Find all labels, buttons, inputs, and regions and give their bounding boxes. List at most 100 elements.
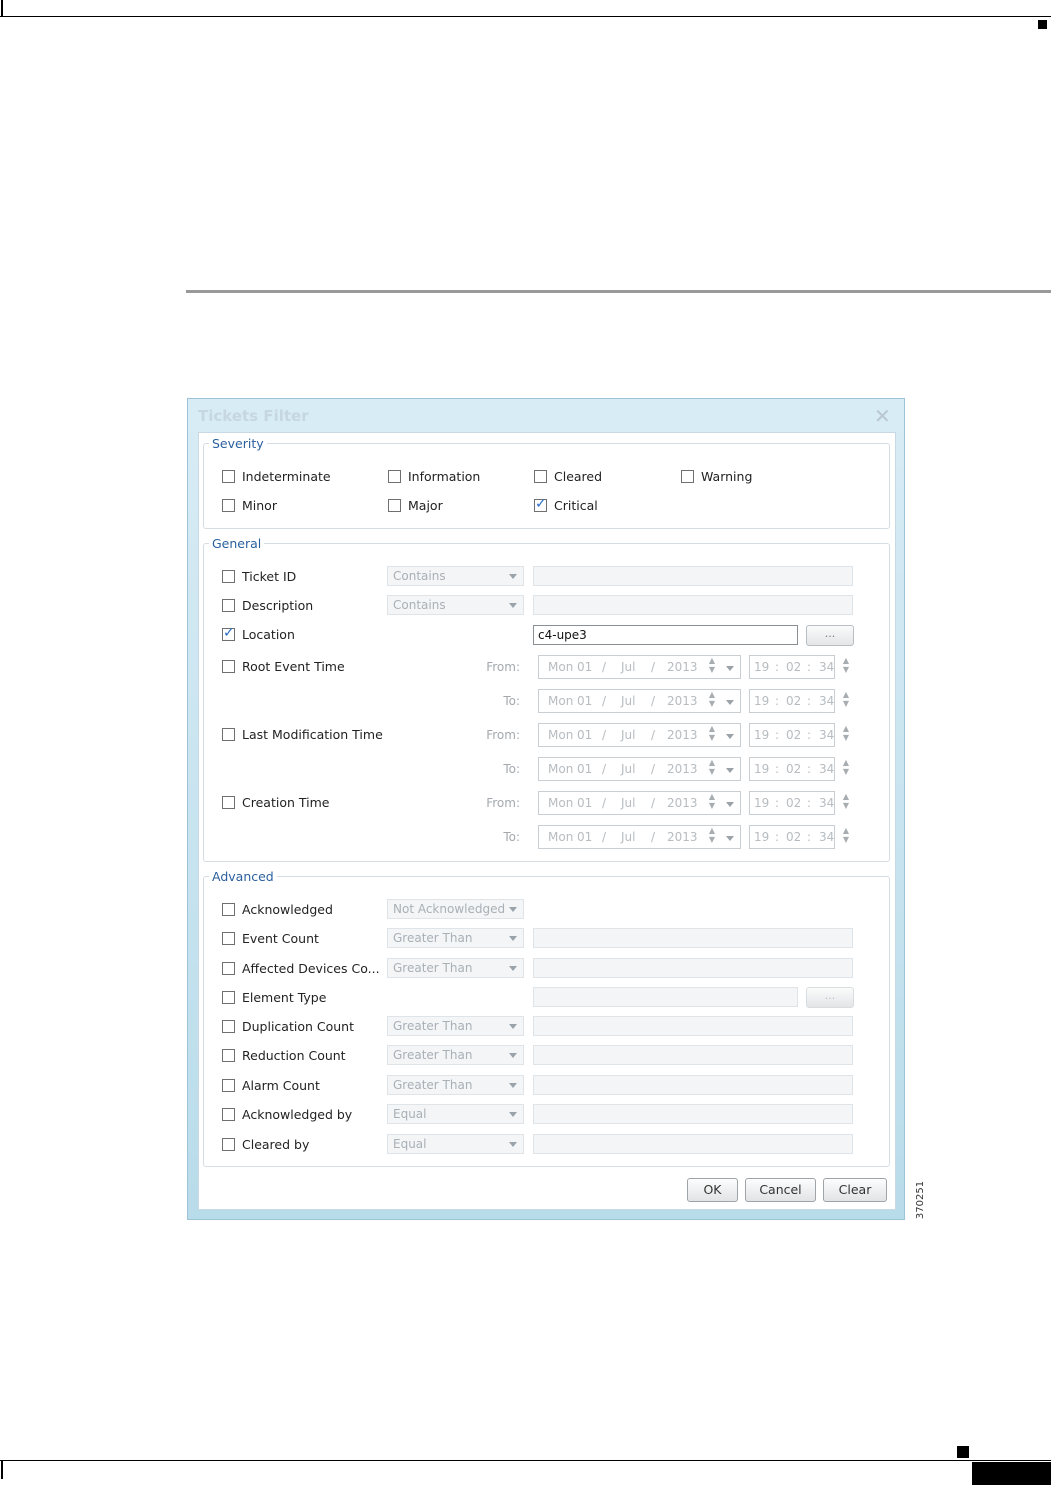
element-type-input[interactable]	[533, 987, 798, 1007]
root-event-to-date[interactable]: Mon 01 / Jul / 2013 ▲ ▼	[538, 689, 741, 713]
chevron-down-icon[interactable]	[726, 836, 734, 841]
root-event-from-time[interactable]: 19 : 02 : 34	[749, 655, 835, 679]
spinner-icon[interactable]: ▲ ▼	[841, 690, 851, 712]
ticket-id-operator-select[interactable]: Contains	[387, 566, 524, 586]
close-icon[interactable]: ✕	[874, 404, 891, 428]
date-sep: /	[651, 728, 656, 742]
spinner-icon[interactable]: ▲ ▼	[707, 792, 717, 814]
chevron-down-icon[interactable]	[726, 768, 734, 773]
acknowledged-by-checkbox[interactable]	[222, 1108, 235, 1121]
severity-warning-checkbox[interactable]	[681, 470, 694, 483]
last-mod-from-time[interactable]: 19 : 02 : 34	[749, 723, 835, 747]
creation-to-date[interactable]: Mon 01 / Jul / 2013 ▲ ▼	[538, 825, 741, 849]
description-checkbox[interactable]	[222, 599, 235, 612]
cleared-by-input[interactable]	[533, 1134, 853, 1154]
clear-button[interactable]: Clear	[823, 1178, 887, 1202]
element-type-browse-button[interactable]: ...	[806, 987, 854, 1008]
cleared-by-operator-select[interactable]: Equal	[387, 1134, 524, 1154]
acknowledged-checkbox[interactable]	[222, 903, 235, 916]
affected-devices-input[interactable]	[533, 958, 853, 978]
date-year: 2013	[667, 694, 698, 708]
ticket-id-input[interactable]	[533, 566, 853, 586]
acknowledged-by-operator-select[interactable]: Equal	[387, 1104, 524, 1124]
event-count-input[interactable]	[533, 928, 853, 948]
spinner-icon[interactable]: ▲ ▼	[707, 758, 717, 780]
description-input[interactable]	[533, 595, 853, 615]
duplication-count-operator-select[interactable]: Greater Than	[387, 1016, 524, 1036]
root-event-from-label: From:	[486, 660, 520, 674]
time-sep: :	[775, 762, 780, 776]
duplication-count-input[interactable]	[533, 1016, 853, 1036]
root-event-to-time[interactable]: 19 : 02 : 34	[749, 689, 835, 713]
date-year: 2013	[667, 830, 698, 844]
last-mod-from-date[interactable]: Mon 01 / Jul / 2013 ▲ ▼	[538, 723, 741, 747]
date-date: 01	[577, 830, 593, 844]
creation-time-checkbox[interactable]	[222, 796, 235, 809]
reduction-count-checkbox[interactable]	[222, 1049, 235, 1062]
severity-minor-checkbox[interactable]	[222, 499, 235, 512]
alarm-count-operator-value: Greater Than	[393, 1078, 473, 1092]
time-hour: 19	[754, 660, 770, 674]
chevron-down-icon[interactable]	[726, 666, 734, 671]
affected-devices-operator-value: Greater Than	[393, 961, 473, 975]
last-mod-to-date[interactable]: Mon 01 / Jul / 2013 ▲ ▼	[538, 757, 741, 781]
creation-to-time[interactable]: 19 : 02 : 34	[749, 825, 835, 849]
spinner-icon[interactable]: ▲ ▼	[707, 826, 717, 848]
chevron-down-icon[interactable]	[726, 802, 734, 807]
spinner-icon[interactable]: ▲ ▼	[841, 826, 851, 848]
affected-devices-operator-select[interactable]: Greater Than	[387, 958, 524, 978]
acknowledged-select[interactable]: Not Acknowledged	[387, 899, 524, 919]
event-count-label: Event Count	[242, 931, 319, 946]
chevron-down-icon[interactable]	[726, 700, 734, 705]
ticket-id-operator-value: Contains	[393, 569, 446, 583]
reduction-count-input[interactable]	[533, 1045, 853, 1065]
duplication-count-checkbox[interactable]	[222, 1020, 235, 1033]
location-input[interactable]: c4-upe3	[533, 625, 798, 645]
ok-button[interactable]: OK	[687, 1178, 738, 1202]
last-mod-to-time[interactable]: 19 : 02 : 34	[749, 757, 835, 781]
severity-critical-checkbox[interactable]	[534, 496, 547, 512]
last-modification-time-checkbox[interactable]	[222, 728, 235, 741]
severity-major-checkbox[interactable]	[388, 499, 401, 512]
date-year: 2013	[667, 728, 698, 742]
acknowledged-value: Not Acknowledged	[393, 902, 506, 916]
chevron-down-icon	[509, 574, 517, 579]
spinner-icon[interactable]: ▲ ▼	[841, 724, 851, 746]
alarm-count-operator-select[interactable]: Greater Than	[387, 1075, 524, 1095]
time-sep: :	[775, 728, 780, 742]
footer-marker	[957, 1446, 969, 1458]
creation-from-date[interactable]: Mon 01 / Jul / 2013 ▲ ▼	[538, 791, 741, 815]
severity-cleared-checkbox[interactable]	[534, 470, 547, 483]
location-checkbox[interactable]	[222, 625, 235, 641]
root-event-from-date[interactable]: Mon 01 / Jul / 2013 ▲ ▼	[538, 655, 741, 679]
cleared-by-checkbox[interactable]	[222, 1138, 235, 1151]
alarm-count-checkbox[interactable]	[222, 1079, 235, 1092]
spinner-icon[interactable]: ▲ ▼	[841, 656, 851, 678]
chevron-down-icon	[509, 1053, 517, 1058]
event-count-checkbox[interactable]	[222, 932, 235, 945]
spinner-icon[interactable]: ▲ ▼	[707, 690, 717, 712]
acknowledged-by-input[interactable]	[533, 1104, 853, 1124]
date-day: Mon	[548, 694, 574, 708]
spinner-icon[interactable]: ▲ ▼	[707, 656, 717, 678]
spinner-icon[interactable]: ▲ ▼	[707, 724, 717, 746]
location-browse-button[interactable]: ...	[806, 625, 854, 646]
element-type-checkbox[interactable]	[222, 991, 235, 1004]
reduction-count-operator-select[interactable]: Greater Than	[387, 1045, 524, 1065]
event-count-operator-select[interactable]: Greater Than	[387, 928, 524, 948]
reduction-count-operator-value: Greater Than	[393, 1048, 473, 1062]
root-event-time-checkbox[interactable]	[222, 660, 235, 673]
ticket-id-checkbox[interactable]	[222, 570, 235, 583]
description-operator-select[interactable]: Contains	[387, 595, 524, 615]
cancel-button[interactable]: Cancel	[745, 1178, 816, 1202]
chevron-down-icon[interactable]	[726, 734, 734, 739]
creation-from-time[interactable]: 19 : 02 : 34	[749, 791, 835, 815]
acknowledged-by-operator-value: Equal	[393, 1107, 427, 1121]
affected-devices-checkbox[interactable]	[222, 962, 235, 975]
time-sep: :	[807, 796, 812, 810]
alarm-count-input[interactable]	[533, 1075, 853, 1095]
severity-information-checkbox[interactable]	[388, 470, 401, 483]
spinner-icon[interactable]: ▲ ▼	[841, 758, 851, 780]
severity-indeterminate-checkbox[interactable]	[222, 470, 235, 483]
spinner-icon[interactable]: ▲ ▼	[841, 792, 851, 814]
